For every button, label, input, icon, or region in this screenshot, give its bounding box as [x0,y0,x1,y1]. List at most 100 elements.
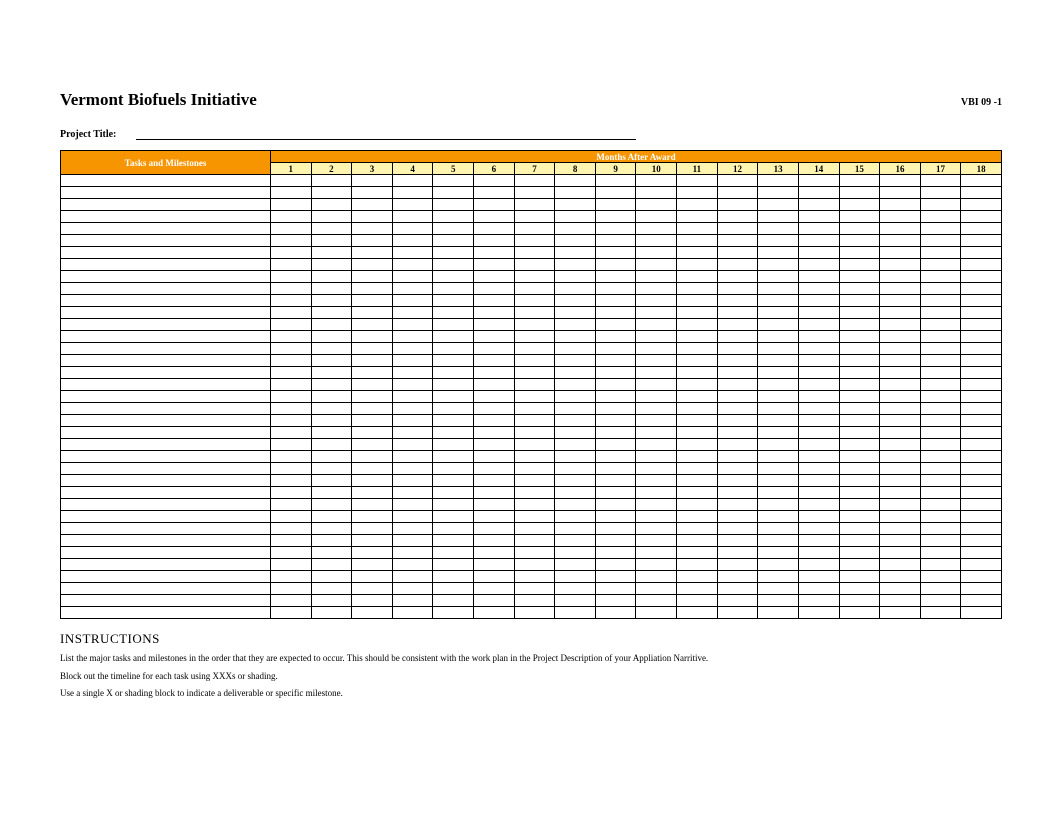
month-cell [717,391,758,403]
month-cell [758,391,799,403]
month-cell [474,211,515,223]
month-cell [352,571,393,583]
month-cell [798,355,839,367]
month-cell [920,307,961,319]
month-cell [758,319,799,331]
month-cell [352,463,393,475]
month-cell [677,199,718,211]
month-cell [798,235,839,247]
month-cell [839,367,880,379]
table-row [61,559,1002,571]
month-cell [352,175,393,187]
month-cell [636,511,677,523]
month-cell [595,355,636,367]
table-row [61,415,1002,427]
task-cell [61,259,271,271]
month-cell [311,403,352,415]
month-cell [758,403,799,415]
table-row [61,307,1002,319]
month-cell [271,475,312,487]
month-cell [595,259,636,271]
month-cell [839,415,880,427]
month-cell [880,331,921,343]
month-cell [311,511,352,523]
task-cell [61,247,271,259]
month-cell [474,463,515,475]
table-row [61,319,1002,331]
month-cell [311,607,352,619]
month-cell [555,499,596,511]
month-cell [555,475,596,487]
month-cell [555,415,596,427]
month-cell [758,295,799,307]
month-cell [798,199,839,211]
month-cell [636,403,677,415]
month-cell [758,343,799,355]
month-cell [595,319,636,331]
month-cell [271,487,312,499]
month-cell [758,547,799,559]
month-cell [271,247,312,259]
month-cell [961,247,1002,259]
month-cell [839,223,880,235]
month-cell [717,439,758,451]
task-cell [61,595,271,607]
month-cell [352,595,393,607]
month-cell [514,403,555,415]
month-cell [555,391,596,403]
month-cell [677,559,718,571]
month-cell [271,379,312,391]
month-cell [352,259,393,271]
month-cell [433,583,474,595]
month-cell [352,283,393,295]
month-cell [474,367,515,379]
month-cell [311,199,352,211]
month-cell [839,343,880,355]
month-cell [920,331,961,343]
month-cell [271,403,312,415]
task-cell [61,451,271,463]
month-cell [717,211,758,223]
month-cell [514,211,555,223]
month-cell [474,355,515,367]
month-cell [514,475,555,487]
month-cell [352,583,393,595]
month-cell [677,223,718,235]
month-cell [920,487,961,499]
month-cell [271,535,312,547]
month-cell [758,187,799,199]
month-cell [717,343,758,355]
month-cell [433,199,474,211]
month-cell [920,535,961,547]
task-cell [61,223,271,235]
table-row [61,463,1002,475]
month-cell [271,499,312,511]
month-cell [717,607,758,619]
month-cell [758,331,799,343]
month-cell [717,247,758,259]
month-cell [433,415,474,427]
month-cell [392,199,433,211]
month-cell [839,259,880,271]
month-cell [474,199,515,211]
month-cell [474,499,515,511]
timeline-table: Tasks and Milestones Months After Award … [60,150,1002,619]
month-cell [392,319,433,331]
month-cell [474,427,515,439]
month-cell [392,283,433,295]
month-cell [880,259,921,271]
month-cell [311,427,352,439]
month-cell [798,403,839,415]
table-row [61,331,1002,343]
month-cell [758,535,799,547]
month-cell [677,607,718,619]
month-cell [636,319,677,331]
month-cell [271,223,312,235]
month-cell [352,475,393,487]
month-cell [920,583,961,595]
month-cell [961,403,1002,415]
month-header-11: 11 [677,163,718,175]
month-cell [555,235,596,247]
month-cell [677,463,718,475]
month-cell [392,427,433,439]
